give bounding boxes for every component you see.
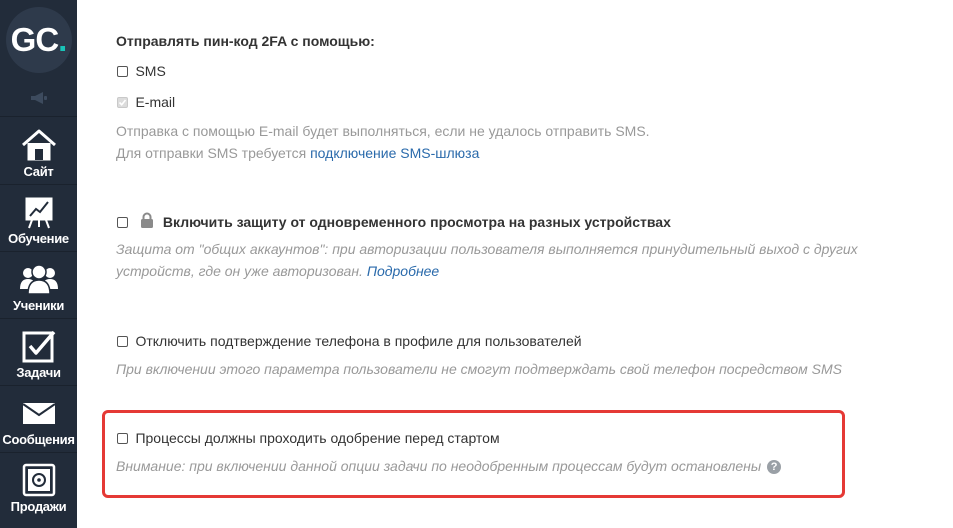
sidebar-item-site[interactable]: Сайт xyxy=(0,118,77,185)
phone-confirm-desc: При включении этого параметра пользовате… xyxy=(116,361,843,377)
twofa-note-line1: Отправка с помощью E-mail будет выполнят… xyxy=(116,123,650,139)
email-checkbox xyxy=(117,97,128,109)
email-option: E-mail xyxy=(117,94,175,112)
twofa-note-prefix: Для отправки SMS требуется xyxy=(116,145,311,161)
sms-option[interactable]: SMS xyxy=(117,63,166,81)
sms-gateway-link[interactable]: подключение SMS-шлюза xyxy=(310,145,479,161)
phone-confirm-checkbox[interactable] xyxy=(117,336,128,348)
multi-device-label: Включить защиту от одновременного просмо… xyxy=(162,213,671,230)
safe-icon xyxy=(22,462,56,498)
multi-device-checkbox[interactable] xyxy=(117,217,128,228)
logo[interactable]: GC. xyxy=(0,0,77,80)
twofa-note-line2: Для отправки SMS требуется подключение S… xyxy=(116,142,650,164)
home-icon xyxy=(21,127,57,163)
sms-checkbox[interactable] xyxy=(117,66,128,78)
sidebar-item-label: Ученики xyxy=(12,298,65,313)
checkbox-icon xyxy=(22,328,56,364)
chart-board-icon xyxy=(24,194,54,230)
more-info-link[interactable]: Подробнее xyxy=(367,263,439,279)
multi-device-desc: Защита от "общих аккаунтов": при авториз… xyxy=(116,238,858,282)
users-icon xyxy=(19,261,59,297)
phone-confirm-label: Отключить подтверждение телефона в профи… xyxy=(135,333,582,349)
sidebar: GC. Сайт Обучение Ученики Задачи Сообщен… xyxy=(0,0,77,528)
multi-device-option[interactable]: Включить защиту от одновременного просмо… xyxy=(117,212,671,233)
megaphone-icon xyxy=(30,92,47,104)
lock-icon xyxy=(140,212,154,233)
logo-dot: . xyxy=(58,21,67,58)
sidebar-item-label: Продажи xyxy=(10,499,67,514)
checkmark-icon xyxy=(118,99,127,107)
phone-confirm-option[interactable]: Отключить подтверждение телефона в профи… xyxy=(117,333,582,351)
multi-device-desc-prefix: устройств, где он уже авторизован. xyxy=(116,263,367,279)
multi-device-desc-line2: устройств, где он уже авторизован. Подро… xyxy=(116,260,858,282)
envelope-icon xyxy=(21,395,56,431)
twofa-note: Отправка с помощью E-mail будет выполнят… xyxy=(116,120,650,164)
sidebar-item-label: Сайт xyxy=(23,164,54,179)
sidebar-item-label: Сообщения xyxy=(2,432,75,447)
sidebar-item-messages[interactable]: Сообщения xyxy=(0,386,77,453)
sidebar-item-learning[interactable]: Обучение xyxy=(0,185,77,252)
logo-badge: GC. xyxy=(5,7,72,73)
logo-text: GC xyxy=(10,21,59,58)
multi-device-desc-line1: Защита от "общих аккаунтов": при авториз… xyxy=(116,241,858,257)
sidebar-item-students[interactable]: Ученики xyxy=(0,252,77,319)
notifications-button[interactable] xyxy=(0,80,77,117)
sidebar-item-tasks[interactable]: Задачи xyxy=(0,319,77,386)
email-label: E-mail xyxy=(135,94,176,110)
sidebar-item-label: Обучение xyxy=(8,231,69,246)
sms-label: SMS xyxy=(135,63,166,79)
sidebar-item-label: Задачи xyxy=(16,365,61,380)
twofa-title: Отправлять пин-код 2FA с помощью: xyxy=(116,33,375,49)
highlight-frame xyxy=(102,410,845,498)
sidebar-item-sales[interactable]: Продажи xyxy=(0,453,77,519)
